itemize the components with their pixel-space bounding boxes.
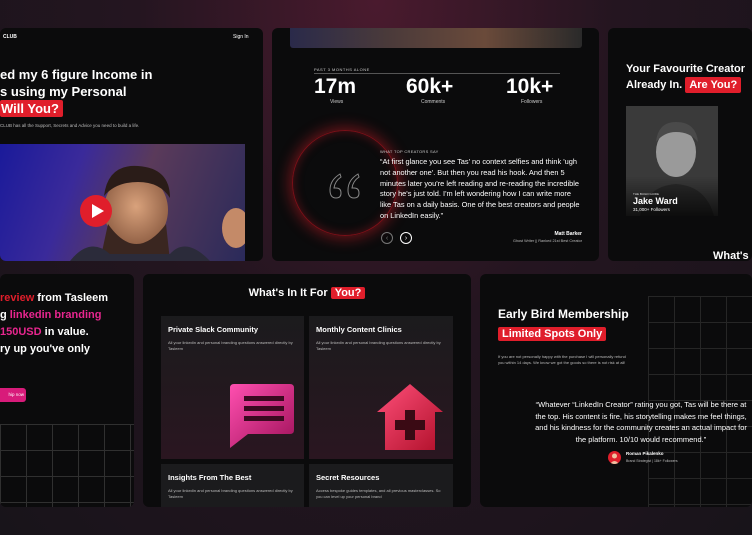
stat-followers: 10k+ Followers [506, 75, 576, 105]
stat-comments-value: 60k+ [406, 75, 454, 98]
features-title: What's In It For You? [143, 287, 471, 299]
offer-red: review [0, 292, 35, 304]
features-title-text: What's In It For [248, 287, 328, 299]
offer-text: review from Tasleem g linkedin branding … [0, 290, 108, 358]
play-button[interactable] [80, 195, 112, 227]
feature-slack-title: Private Slack Community [168, 325, 259, 334]
feature-slack: Private Slack Community All your linkedi… [161, 316, 304, 459]
membership-quote: “Whatever “LinkedIn Creator” rating you … [535, 400, 747, 444]
feature-resources-title: Secret Resources [316, 473, 380, 482]
offer-grid-decoration [0, 424, 134, 507]
stat-views-label: Views [330, 99, 344, 105]
testimonial-quote: “At first glance you see Tas' no context… [380, 157, 580, 220]
features-card: What's In It For You? Private Slack Comm… [143, 274, 471, 507]
avatar-icon [610, 453, 619, 464]
hero-headline-tag: Will You? [0, 100, 63, 117]
hero-headline: ed my 6 figure Income in s using my Pers… [0, 66, 152, 117]
top-image-strip [290, 28, 582, 48]
hero-headline-line2: s using my Personal [0, 84, 127, 99]
feature-insights: Insights From The Best All your linkedin… [161, 464, 304, 507]
stats-card: PAST 3 MONTHS ALONE 17m Views 60k+ Comme… [272, 28, 599, 261]
signin-link[interactable]: Sign In [233, 34, 249, 40]
testimonial-author-role: Ghost Writer || Ranked 21st Best Creator [512, 239, 582, 243]
creators-card: Your Favourite Creator Already In. Are Y… [608, 28, 752, 261]
feature-slack-desc: All your linkedin and personal branding … [168, 340, 293, 351]
quotes-icon [329, 173, 360, 199]
membership-card: Early Bird Membership Limited Spots Only… [480, 274, 752, 507]
features-title-tag: You? [330, 287, 366, 299]
feature-clinics-desc: All your linkedin and personal branding … [316, 340, 441, 351]
stat-comments: 60k+ Comments [406, 75, 476, 105]
offer-line1: from Tasleem [34, 292, 109, 304]
feature-resources-desc: Access bespoke guides templates, and all… [316, 488, 441, 499]
hero-video[interactable] [0, 144, 245, 261]
offer-pink: linkedin branding [9, 309, 102, 321]
feature-resources: Secret Resources Access bespoke guides t… [309, 464, 453, 507]
offer-line4: ry up you've only [0, 343, 91, 355]
creators-heading-tag: Are You? [685, 77, 742, 93]
house-plus-icon [377, 384, 443, 450]
creators-footer-text: What's [713, 250, 749, 261]
testimonial-label: WHAT TOP CREATORS SAY [380, 149, 439, 154]
stats-divider [314, 73, 560, 74]
chat-icon [230, 384, 294, 448]
creators-heading: Your Favourite Creator Already In. Are Y… [626, 61, 745, 93]
offer-line2-start: g [0, 309, 10, 321]
prev-icon: ‹ [385, 234, 389, 242]
stat-followers-label: Followers [521, 99, 543, 105]
next-icon: › [404, 234, 408, 242]
offer-card: review from Tasleem g linkedin branding … [0, 274, 134, 507]
hero-headline-line1: ed my 6 figure Income in [0, 67, 153, 82]
offer-price: 150USD [0, 326, 42, 338]
creators-heading-line1: Your Favourite Creator [626, 63, 745, 75]
creators-heading-line2: Already In. [626, 79, 683, 91]
next-button[interactable]: › [400, 232, 412, 244]
feature-clinics-title: Monthly Content Clinics [316, 325, 402, 334]
feature-insights-title: Insights From The Best [168, 473, 252, 482]
hero-card: CLUB Sign In ed my 6 figure Income in s … [0, 28, 263, 261]
brand-logo[interactable]: CLUB [3, 34, 17, 40]
stat-views: 17m Views [314, 75, 374, 105]
creator-name: Jake Ward [633, 196, 678, 206]
stat-comments-label: Comments [421, 99, 446, 105]
stats-heading: PAST 3 MONTHS ALONE [314, 67, 370, 72]
join-button[interactable]: hip now [0, 388, 26, 402]
presenter-image [70, 165, 245, 261]
hero-subtext: CLUB has all the Support, Secrets and Ad… [0, 123, 140, 128]
testimonial-author-name: Matt Barker [554, 231, 582, 237]
feature-clinics: Monthly Content Clinics All your linkedi… [309, 316, 453, 459]
offer-line3: in value. [41, 326, 89, 338]
stat-followers-value: 10k+ [506, 75, 554, 98]
membership-title: Early Bird Membership [498, 307, 629, 321]
prev-button[interactable]: ‹ [381, 232, 393, 244]
membership-author-role: Brand Strategist | 18k+ Followers [626, 459, 678, 463]
creator-profile-card[interactable]: THE BUILD GUIDE Jake Ward 31,000+ Follow… [626, 106, 718, 216]
play-icon [92, 204, 104, 218]
membership-desc: If you are not personally happy with the… [498, 354, 626, 365]
membership-tag: Limited Spots Only [498, 327, 607, 341]
membership-author-name: Roman Pikalenko [626, 451, 664, 456]
stat-views-value: 17m [314, 75, 357, 98]
author-avatar [608, 451, 621, 464]
creator-followers: 31,000+ Followers [633, 207, 670, 212]
feature-insights-desc: All your linkedin and personal branding … [168, 488, 293, 499]
